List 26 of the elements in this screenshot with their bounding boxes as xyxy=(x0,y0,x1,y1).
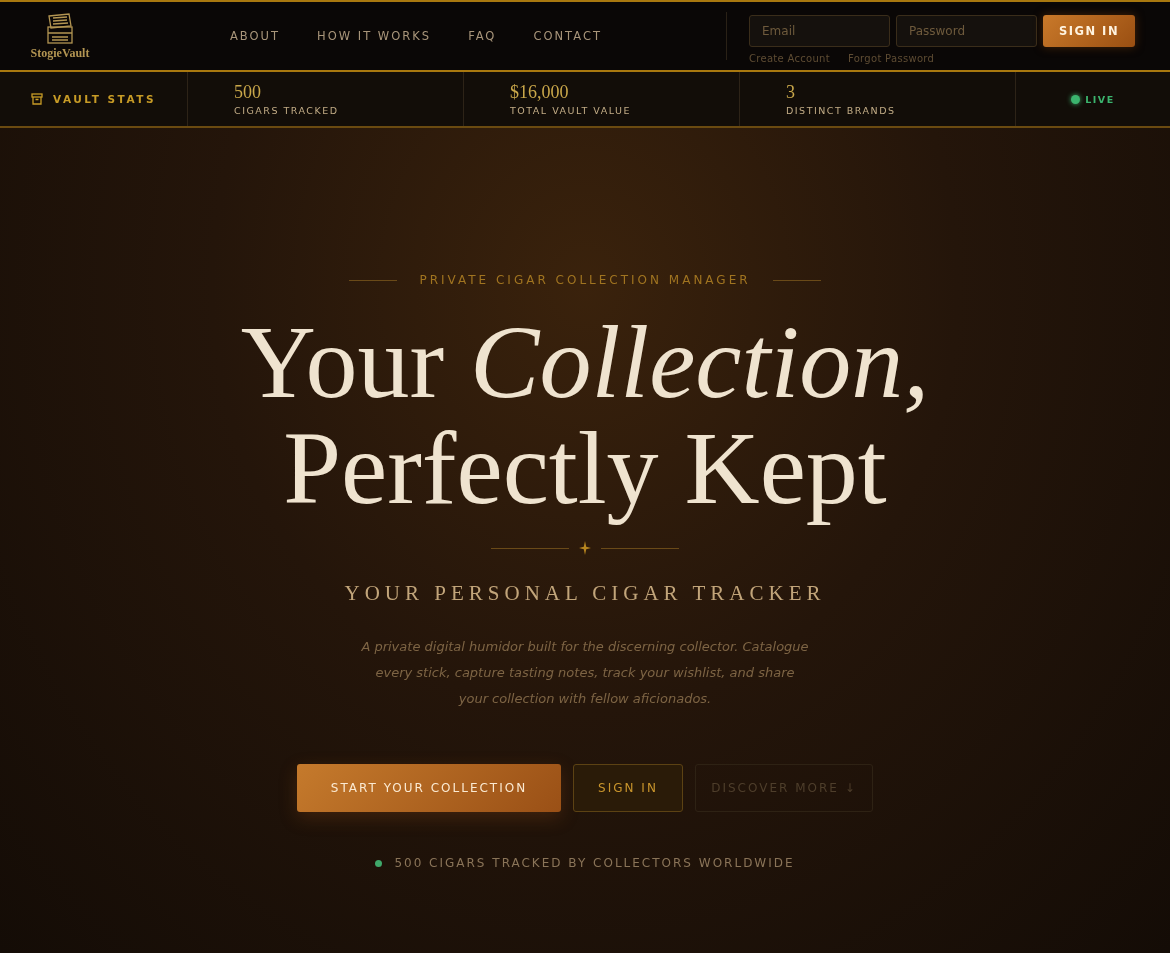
stat-label: TOTAL VAULT VALUE xyxy=(510,105,632,116)
box-icon xyxy=(31,93,43,105)
sign-in-button[interactable]: SIGN IN xyxy=(1043,14,1135,47)
stat-value: 3 xyxy=(786,82,796,103)
sign-in-button[interactable]: SIGN IN xyxy=(573,764,683,812)
nav-link[interactable]: ABOUT xyxy=(230,29,281,43)
sparkle-icon xyxy=(579,541,591,555)
stat-value: $16,000 xyxy=(510,82,570,103)
brand-name[interactable]: StogieVault xyxy=(30,45,90,61)
stat-label: CIGARS TRACKED xyxy=(234,105,340,116)
nav-link[interactable]: HOW IT WORKS xyxy=(317,29,432,43)
stat-label: DISTINCT BRANDS xyxy=(786,105,897,116)
live-dot xyxy=(1071,94,1081,104)
subtitle: YOUR PERSONAL CIGAR TRACKER xyxy=(344,581,826,606)
description: A private digital humidor built for the discerning collector. Catalogue every stick, capture tasting notes, track your wishlist, and share your collection with fellow aficionados. xyxy=(360,638,810,708)
stats-title: VAULT STATS xyxy=(53,93,156,105)
eyebrow-text: PRIVATE CIGAR COLLECTION MANAGER xyxy=(419,273,751,287)
live-label: LIVE xyxy=(1085,93,1115,105)
start-collection-button[interactable]: START YOUR COLLECTION xyxy=(297,764,561,812)
nav-link[interactable]: CONTACT xyxy=(533,29,602,43)
stat-value: 500 xyxy=(234,82,262,103)
nav-link[interactable]: FAQ xyxy=(468,29,497,43)
tracked-count-text: 500 CIGARS TRACKED BY COLLECTORS WORLDWIDE xyxy=(394,856,795,870)
status-dot xyxy=(375,859,383,867)
email-field[interactable]: Email xyxy=(749,14,890,47)
password-field[interactable]: Password xyxy=(896,14,1037,47)
